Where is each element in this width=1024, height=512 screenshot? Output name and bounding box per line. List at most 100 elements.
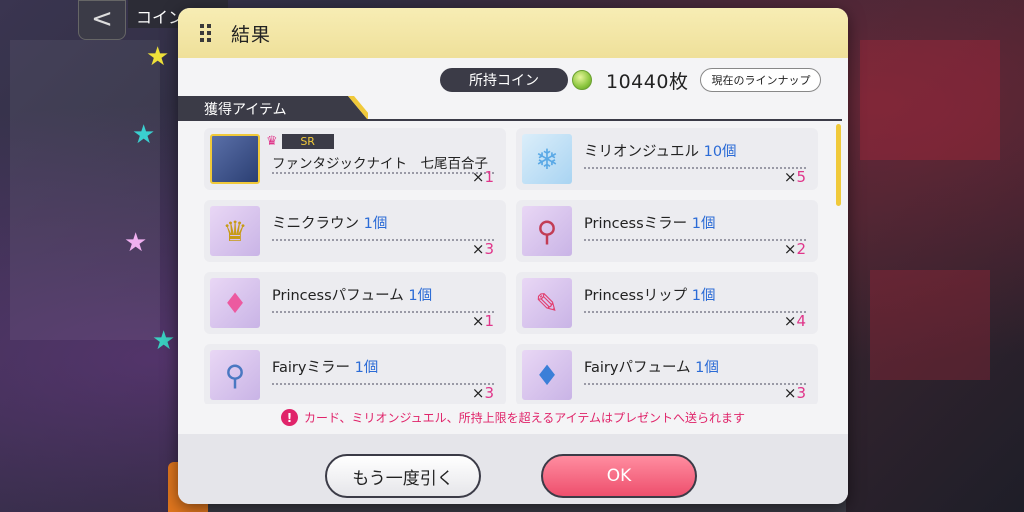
coin-icon — [572, 70, 592, 90]
dotted-divider — [272, 383, 494, 385]
princess-mirror-icon: ⚲ — [522, 206, 572, 256]
count-value: 5 — [796, 168, 806, 186]
item-name: Fairyパフューム 1個 — [584, 356, 719, 377]
section-label: 獲得アイテム — [178, 96, 368, 120]
list-item[interactable]: ⚲ Princessミラー 1個 ×2 — [516, 200, 818, 262]
dotted-divider — [272, 172, 494, 174]
section-divider — [178, 119, 842, 121]
item-label: Princessパフューム — [272, 288, 404, 304]
item-name: Princessリップ 1個 — [584, 284, 716, 305]
item-quantity: 1個 — [695, 360, 719, 376]
dotted-divider — [272, 311, 494, 313]
item-label: Princessミラー — [584, 216, 688, 232]
star-decoration-icon: ★ — [146, 42, 170, 72]
card-portrait-icon — [210, 134, 260, 184]
item-label: ファンタジックナイト 七尾百合子 — [272, 156, 488, 172]
item-quantity: 1個 — [354, 360, 379, 376]
mini-crown-icon: ♛ — [210, 206, 260, 256]
crown-icon: ♛ — [266, 134, 278, 149]
item-name: Princessミラー 1個 — [584, 212, 716, 233]
item-name: Fairyミラー 1個 — [272, 356, 378, 377]
count-value: 3 — [484, 240, 494, 258]
list-item[interactable]: ♛ ミニクラウン 1個 ×3 — [204, 200, 506, 262]
item-count: ×3 — [472, 384, 494, 402]
star-decoration-icon: ★ — [124, 228, 148, 258]
coin-amount: 10440枚 — [606, 70, 689, 93]
fairy-mirror-icon: ⚲ — [210, 350, 260, 400]
item-quantity: 1個 — [691, 216, 716, 232]
background-block — [870, 270, 990, 380]
coin-row: 所持コイン 10440枚 現在のラインナップ — [440, 66, 822, 94]
back-button[interactable]: < — [78, 0, 126, 40]
dialog-footer: もう一度引く OK — [178, 434, 848, 504]
list-item[interactable]: ♦ Fairyパフューム 1個 ×3 — [516, 344, 818, 404]
list-item[interactable]: ✎ Princessリップ 1個 ×4 — [516, 272, 818, 334]
count-prefix: × — [783, 312, 797, 330]
list-item[interactable]: ⚲ Fairyミラー 1個 ×3 — [204, 344, 506, 404]
fairy-perfume-icon: ♦ — [522, 350, 572, 400]
million-jewel-icon: ❄ — [522, 134, 572, 184]
item-label: Princessリップ — [584, 288, 688, 304]
item-count: ×1 — [472, 168, 494, 186]
dotted-divider — [272, 239, 494, 241]
count-prefix: × — [471, 312, 485, 330]
rarity-badge: SR — [281, 134, 334, 149]
item-name: ファンタジックナイト 七尾百合子 — [272, 152, 488, 172]
coin-label: 所持コイン — [440, 68, 568, 92]
item-count: ×1 — [472, 312, 494, 330]
count-prefix: × — [471, 384, 485, 402]
item-label: Fairyミラー — [272, 360, 350, 376]
list-item[interactable]: ❄ ミリオンジュエル 10個 ×5 — [516, 128, 818, 190]
dotted-divider — [584, 383, 806, 385]
current-lineup-button[interactable]: 現在のラインナップ — [700, 68, 822, 92]
dotted-divider — [584, 311, 806, 313]
star-decoration-icon: ★ — [152, 326, 176, 356]
count-value: 4 — [796, 312, 806, 330]
dialog-header: 結果 — [178, 8, 848, 58]
count-prefix: × — [783, 240, 797, 258]
result-dialog: 結果 所持コイン 10440枚 現在のラインナップ 獲得アイテム ♛ SR ファンタ… — [178, 8, 848, 504]
count-value: 3 — [484, 384, 494, 402]
item-count: ×2 — [784, 240, 806, 258]
item-name: Princessパフューム 1個 — [272, 284, 432, 305]
dialog-title: 結果 — [231, 23, 272, 46]
princess-lip-icon: ✎ — [522, 278, 572, 328]
item-name: ミニクラウン 1個 — [272, 212, 387, 233]
list-item[interactable]: ♦ Princessパフューム 1個 ×1 — [204, 272, 506, 334]
item-count: ×4 — [784, 312, 806, 330]
item-label: ミニクラウン — [272, 216, 359, 232]
warning-icon: ! — [280, 409, 298, 426]
star-decoration-icon: ★ — [132, 120, 156, 150]
rarity-row: ♛ SR — [266, 134, 334, 149]
count-prefix: × — [471, 168, 485, 186]
count-value: 3 — [796, 384, 806, 402]
notice-text: カード、ミリオンジュエル、所持上限を超えるアイテムはプレゼントへ送られます — [303, 411, 746, 425]
chevron-left-icon: < — [91, 4, 113, 34]
count-value: 2 — [796, 240, 806, 258]
item-quantity: 1個 — [408, 288, 433, 304]
item-list[interactable]: ♛ SR ファンタジックナイト 七尾百合子 ×1 ❄ ミリオンジュエル 10個 ×5 ♛ ミニク… — [204, 128, 820, 404]
drag-handle-icon — [200, 24, 211, 42]
item-label: ミリオンジュエル — [584, 144, 699, 160]
item-name: ミリオンジュエル 10個 — [584, 140, 737, 161]
ok-button[interactable]: OK — [541, 454, 697, 498]
list-item[interactable]: ♛ SR ファンタジックナイト 七尾百合子 ×1 — [204, 128, 506, 190]
draw-again-button[interactable]: もう一度引く — [325, 454, 481, 498]
count-value: 1 — [484, 168, 494, 186]
count-prefix: × — [783, 384, 797, 402]
item-count: ×3 — [784, 384, 806, 402]
count-value: 1 — [484, 312, 494, 330]
item-count: ×3 — [472, 240, 494, 258]
dotted-divider — [584, 239, 806, 241]
item-count: ×5 — [784, 168, 806, 186]
item-quantity: 1個 — [363, 216, 388, 232]
princess-perfume-icon: ♦ — [210, 278, 260, 328]
notice: ! カード、ミリオンジュエル、所持上限を超えるアイテムはプレゼントへ送られます — [178, 409, 848, 426]
count-prefix: × — [471, 240, 485, 258]
background-block — [10, 40, 160, 340]
item-quantity: 1個 — [691, 288, 716, 304]
dotted-divider — [584, 167, 806, 169]
scrollbar[interactable] — [836, 124, 841, 206]
item-quantity: 10個 — [703, 144, 737, 160]
count-prefix: × — [783, 168, 797, 186]
